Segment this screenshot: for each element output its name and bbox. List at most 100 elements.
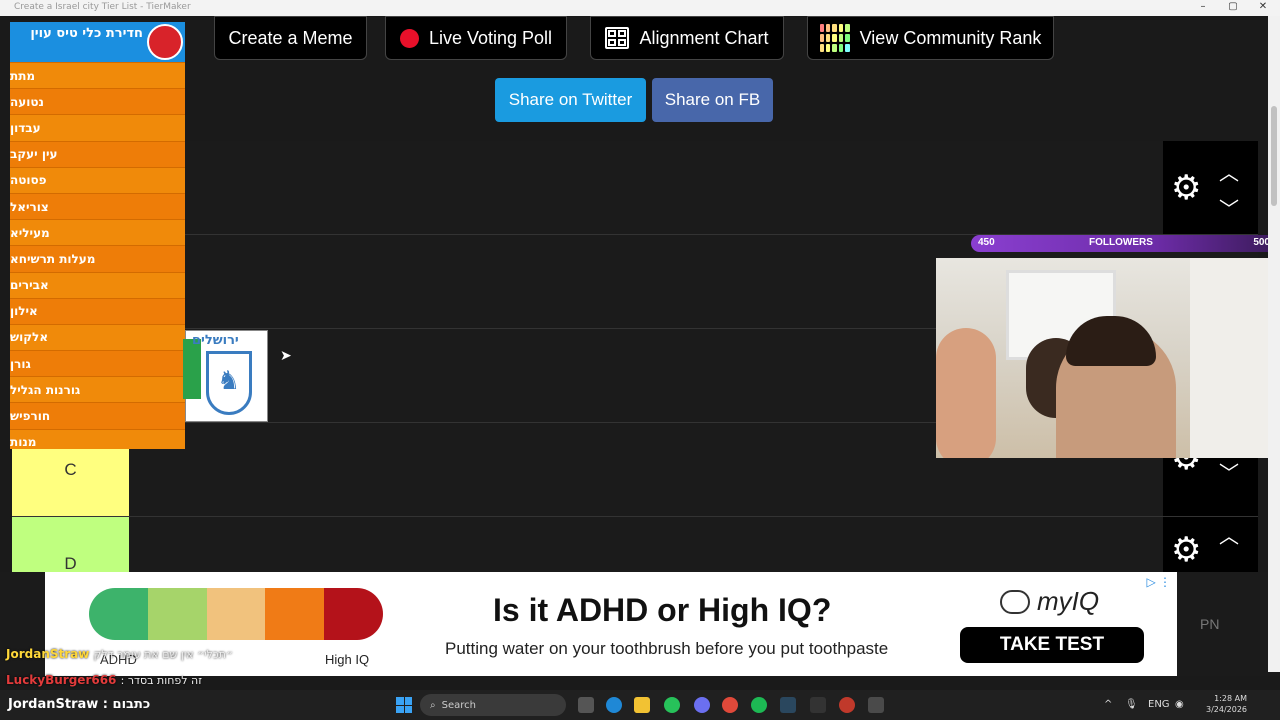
window-title: Create a Israel city Tier List - TierMak… xyxy=(14,2,191,12)
taskbar-clock[interactable]: 1:28 AM 3/24/2026 xyxy=(1206,693,1247,715)
jerusalem-crest-tile[interactable]: ירושלים ♞ xyxy=(183,330,268,422)
chrome-icon[interactable] xyxy=(722,697,738,713)
alert-city-item: עבדון xyxy=(10,114,185,141)
chat-username: JordanStraw xyxy=(6,647,90,661)
alert-city-list: מתת נטועה עבדון עין יעקב פסוטה צוריאל מע… xyxy=(10,62,185,449)
tray-chevron-icon[interactable]: ^ xyxy=(1104,699,1112,710)
file-explorer-icon[interactable] xyxy=(634,697,650,713)
maximize-button[interactable]: ▢ xyxy=(1218,1,1248,15)
network-icon[interactable]: ◉ xyxy=(1175,699,1184,710)
share-twitter-label: Share on Twitter xyxy=(508,90,633,109)
edge-icon[interactable] xyxy=(606,697,622,713)
ad-headline: Is it ADHD or High IQ? xyxy=(493,592,832,628)
share-facebook-button[interactable]: Share on FB xyxy=(652,78,773,122)
crest-text: ירושלים xyxy=(192,333,239,348)
alert-city-item: מתת xyxy=(10,62,185,89)
browser-titlebar: Create a Israel city Tier List - TierMak… xyxy=(0,0,1280,16)
grid-icon xyxy=(605,27,630,49)
close-button[interactable]: ✕ xyxy=(1248,1,1278,15)
alert-city-item: אבירים xyxy=(10,271,185,298)
alert-city-item: פסוטה xyxy=(10,166,185,193)
alert-city-item: חורפיש xyxy=(10,402,185,429)
live-voting-label: Live Voting Poll xyxy=(428,27,553,48)
windows-start-icon[interactable] xyxy=(396,697,412,713)
tier-colors-icon xyxy=(819,24,850,52)
whatsapp-icon[interactable] xyxy=(664,697,680,713)
obs-icon[interactable] xyxy=(839,697,855,713)
chat-message: LuckyBurger666 : זה לפחות בסדר xyxy=(6,673,202,687)
page-scrollbar[interactable] xyxy=(1268,16,1280,672)
clock-date: 3/24/2026 xyxy=(1206,705,1248,714)
chat-text: : זה לפחות בסדר xyxy=(120,674,203,687)
scrollbar-thumb[interactable] xyxy=(1271,106,1277,206)
scale-segment xyxy=(89,588,148,640)
share-facebook-label: Share on FB xyxy=(664,90,761,109)
brain-icon xyxy=(1000,590,1030,614)
alert-city-item: עין יעקב xyxy=(10,140,185,167)
mouse-cursor-icon: ➤ xyxy=(280,348,292,364)
webcam-feed xyxy=(936,258,1280,458)
tier-label-d-text: D xyxy=(64,553,77,573)
windows-taskbar: JordanStraw : כתבום ⌕ Search ^ 🎙 ENG ◉ 1… xyxy=(0,690,1280,720)
minimize-button[interactable]: – xyxy=(1188,1,1218,15)
take-test-button[interactable]: TAKE TEST xyxy=(960,627,1144,663)
spotify-icon[interactable] xyxy=(751,697,767,713)
alert-city-item: צוריאל xyxy=(10,192,185,220)
steam-icon[interactable] xyxy=(780,697,796,713)
green-emblem-fragment xyxy=(183,339,201,399)
ad-right-margin: PN xyxy=(1177,572,1280,676)
stream-chat-overlay: JordanStraw ״תכלי״ אין שם את עומר דלק Lu… xyxy=(0,645,520,690)
live-voting-button[interactable]: Live Voting Poll xyxy=(385,16,567,60)
record-dot-icon xyxy=(399,28,419,48)
followers-label: FOLLOWERS xyxy=(1089,237,1153,248)
task-view-icon[interactable] xyxy=(578,697,594,713)
alert-dropdown: חדירת כלי טיס עוין מתת נטועה עבדון עין י… xyxy=(10,22,185,449)
tiermaker-page: Create a Meme Live Voting Poll Alignment… xyxy=(0,16,1280,573)
scale-segment xyxy=(324,588,383,640)
scale-segment xyxy=(265,588,325,640)
scale-segment xyxy=(206,588,266,640)
community-rank-button[interactable]: View Community Rank xyxy=(807,16,1054,60)
scale-segment xyxy=(147,588,207,640)
alert-city-item: אלקוש xyxy=(10,323,185,351)
stream-caption: JordanStraw : כתבום xyxy=(8,697,151,712)
webcam-shelf xyxy=(1190,258,1280,458)
chevron-up-icon[interactable]: ︿ xyxy=(1219,157,1239,186)
tier-controls: ⚙ ︿ ﹀ xyxy=(1163,141,1258,234)
ad-brand: myIQ xyxy=(1037,586,1100,616)
alert-city-item: אילון xyxy=(10,297,185,324)
chevron-down-icon[interactable]: ﹀ xyxy=(1219,193,1239,222)
language-indicator[interactable]: ENG xyxy=(1148,699,1170,710)
clock-time: 1:28 AM xyxy=(1214,694,1248,703)
tier-row-d: D ⚙ ︿ xyxy=(12,517,1258,573)
share-twitter-button[interactable]: Share on Twitter xyxy=(495,78,646,122)
chevron-up-icon[interactable]: ︿ xyxy=(1219,520,1239,549)
adchoices-icon[interactable]: ▷ ⋮ xyxy=(1146,575,1171,589)
create-meme-button[interactable]: Create a Meme xyxy=(214,16,367,60)
webcam-person-left xyxy=(936,328,996,458)
community-rank-label: View Community Rank xyxy=(859,27,1042,48)
chat-username: LuckyBurger666 xyxy=(6,673,117,687)
chevron-down-icon[interactable]: ﹀ xyxy=(1219,457,1239,486)
microphone-icon[interactable]: 🎙 xyxy=(1125,699,1138,710)
followers-current: 450 xyxy=(978,237,995,248)
calculator-icon[interactable] xyxy=(868,697,884,713)
discord-icon[interactable] xyxy=(694,697,710,713)
chat-message: JordanStraw ״תכלי״ אין שם את עומר דלק xyxy=(6,647,233,661)
alert-logo-icon xyxy=(147,24,183,60)
tier-label-d[interactable]: D xyxy=(12,517,129,573)
tier-row: ⚙ ︿ ﹀ xyxy=(12,141,1258,235)
alert-city-item: גורנות הגליל xyxy=(10,376,185,403)
alert-city-item: נטועה xyxy=(10,88,185,115)
alert-city-item: גורן xyxy=(10,350,185,377)
alignment-chart-button[interactable]: Alignment Chart xyxy=(590,16,784,60)
alignment-chart-label: Alignment Chart xyxy=(639,27,769,48)
gear-icon[interactable]: ⚙ xyxy=(1171,171,1201,205)
gear-icon[interactable]: ⚙ xyxy=(1171,533,1201,567)
lion-icon: ♞ xyxy=(217,365,241,395)
epic-games-icon[interactable] xyxy=(810,697,826,713)
take-test-label: TAKE TEST xyxy=(999,634,1105,655)
followers-goal-bar: 450 FOLLOWERS 500 xyxy=(971,235,1276,252)
taskbar-search-label: Search xyxy=(441,699,476,711)
taskbar-search[interactable]: ⌕ Search xyxy=(420,694,566,716)
